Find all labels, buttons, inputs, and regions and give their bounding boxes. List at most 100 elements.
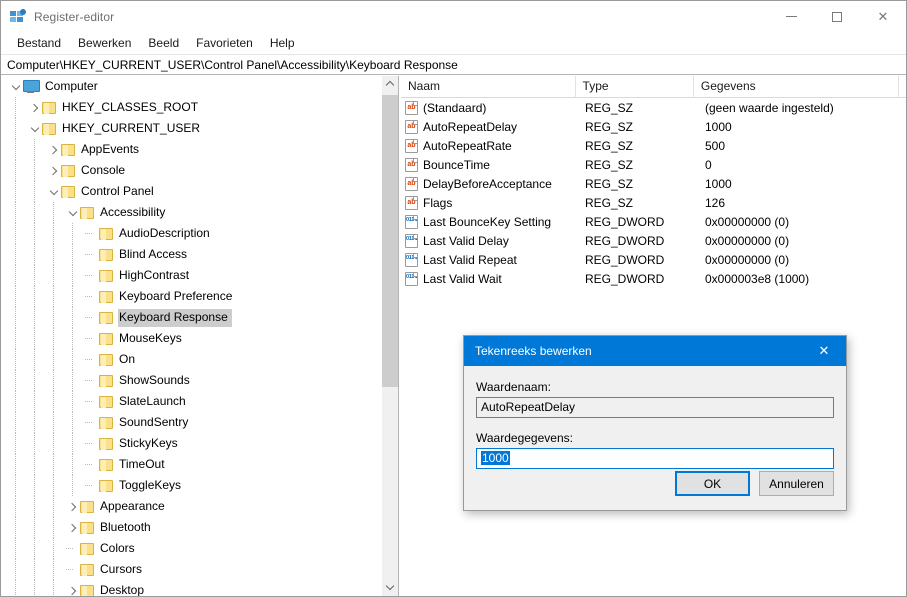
tree-guide-line xyxy=(15,580,16,596)
tree-item[interactable]: Desktop xyxy=(1,580,381,596)
tree-item[interactable]: ToggleKeys xyxy=(1,475,381,496)
menu-item-beeld[interactable]: Beeld xyxy=(140,33,188,53)
tree-item[interactable]: AudioDescription xyxy=(1,223,381,244)
value-row[interactable]: 011 100 Last Valid Wait REG_DWORD 0x000003e… xyxy=(401,269,906,288)
tree-guide-line xyxy=(34,244,35,265)
value-data-input[interactable]: 1000 xyxy=(476,448,834,469)
tree-item[interactable]: Accessibility xyxy=(1,202,381,223)
tree-guide-line xyxy=(15,328,16,349)
tree-item[interactable]: HKEY_CURRENT_USER xyxy=(1,118,381,139)
close-button[interactable]: ✕ xyxy=(860,1,906,32)
chevron-down-icon[interactable] xyxy=(45,181,61,202)
value-row[interactable]: ab Flags REG_SZ 126 xyxy=(401,193,906,212)
tree-item[interactable]: SlateLaunch xyxy=(1,391,381,412)
dialog-close-button[interactable]: ✕ xyxy=(802,336,846,366)
maximize-button[interactable] xyxy=(814,1,860,32)
tree-guide-line xyxy=(53,265,54,286)
value-type-cell: REG_SZ xyxy=(585,119,634,134)
tree-item[interactable]: HKEY_CLASSES_ROOT xyxy=(1,97,381,118)
tree-guide-line xyxy=(72,412,73,433)
tree-guide-line xyxy=(53,202,54,223)
value-data-label: Waardegegevens: xyxy=(476,431,573,445)
minimize-button[interactable] xyxy=(768,1,814,32)
value-row[interactable]: ab DelayBeforeAcceptance REG_SZ 1000 xyxy=(401,174,906,193)
string-value-icon: ab xyxy=(405,138,418,153)
tree-item-label: HKEY_CURRENT_USER xyxy=(62,120,201,135)
tree-item[interactable]: SoundSentry xyxy=(1,412,381,433)
chevron-right-icon[interactable] xyxy=(64,517,80,538)
folder-icon xyxy=(61,185,75,198)
tree-item[interactable]: AppEvents xyxy=(1,139,381,160)
address-bar[interactable]: Computer\HKEY_CURRENT_USER\Control Panel… xyxy=(1,54,906,75)
cancel-button[interactable]: Annuleren xyxy=(759,471,834,496)
value-name-cell: ab AutoRepeatDelay xyxy=(401,119,578,134)
tree-item[interactable]: MouseKeys xyxy=(1,328,381,349)
tree-item[interactable]: ShowSounds xyxy=(1,370,381,391)
value-row[interactable]: ab AutoRepeatRate REG_SZ 500 xyxy=(401,136,906,155)
chevron-down-icon[interactable] xyxy=(7,76,23,97)
tree-scrollbar[interactable] xyxy=(381,76,398,596)
folder-icon xyxy=(80,206,94,219)
ok-button[interactable]: OK xyxy=(675,471,750,496)
menu-item-help[interactable]: Help xyxy=(262,33,304,53)
folder-icon xyxy=(42,101,56,114)
value-row[interactable]: 011 100 Last BounceKey Setting REG_DWORD 0x… xyxy=(401,212,906,231)
value-row[interactable]: 011 100 Last Valid Delay REG_DWORD 0x000000… xyxy=(401,231,906,250)
menu-item-favorieten[interactable]: Favorieten xyxy=(188,33,262,53)
tree-guide-line xyxy=(72,265,73,286)
tree-item[interactable]: Keyboard Preference xyxy=(1,286,381,307)
tree-guide-line xyxy=(15,223,16,244)
dialog-body: Waardenaam: AutoRepeatDelay Waardegegeve… xyxy=(464,366,846,469)
chevron-right-icon[interactable] xyxy=(64,496,80,517)
tree-item[interactable]: Computer xyxy=(1,76,381,97)
tree-item[interactable]: Console xyxy=(1,160,381,181)
menu-item-bestand[interactable]: Bestand xyxy=(9,33,70,53)
column-header-type[interactable]: Type xyxy=(576,76,694,98)
column-header-data[interactable]: Gegevens xyxy=(694,76,900,98)
tree-item[interactable]: Cursors xyxy=(1,559,381,580)
tree-guide-line xyxy=(34,349,35,370)
folder-icon xyxy=(99,311,113,324)
tree-expander-empty xyxy=(83,244,99,265)
tree-item[interactable]: Bluetooth xyxy=(1,517,381,538)
scroll-up-button[interactable] xyxy=(382,76,398,93)
tree-guide-line xyxy=(72,454,73,475)
chevron-right-icon[interactable] xyxy=(45,139,61,160)
registry-icon xyxy=(10,8,26,25)
value-row[interactable]: ab AutoRepeatDelay REG_SZ 1000 xyxy=(401,117,906,136)
tree-item[interactable]: Colors xyxy=(1,538,381,559)
scrollbar-thumb[interactable] xyxy=(382,95,398,387)
chevron-right-icon[interactable] xyxy=(45,160,61,181)
tree-item[interactable]: On xyxy=(1,349,381,370)
tree-expander-empty xyxy=(83,286,99,307)
value-data-cell: 0x00000000 (0) xyxy=(705,214,790,229)
value-data-cell: 1000 xyxy=(705,119,732,134)
chevron-right-icon[interactable] xyxy=(64,580,80,596)
chevron-down-icon xyxy=(387,584,394,591)
tree-item[interactable]: Appearance xyxy=(1,496,381,517)
tree-guide-line xyxy=(15,433,16,454)
value-name-input[interactable]: AutoRepeatDelay xyxy=(476,397,834,418)
folder-icon xyxy=(99,353,113,366)
tree-item[interactable]: StickyKeys xyxy=(1,433,381,454)
folder-icon xyxy=(99,332,113,345)
tree-expander-empty xyxy=(83,433,99,454)
tree-item[interactable]: TimeOut xyxy=(1,454,381,475)
tree-item-label: AudioDescription xyxy=(119,225,210,240)
value-name-label: Waardenaam: xyxy=(476,380,551,394)
chevron-down-icon[interactable] xyxy=(64,202,80,223)
value-row[interactable]: ab (Standaard) REG_SZ (geen waarde ingestel… xyxy=(401,98,906,117)
tree-item[interactable]: Keyboard Response xyxy=(1,307,381,328)
value-row[interactable]: ab BounceTime REG_SZ 0 xyxy=(401,155,906,174)
scroll-down-button[interactable] xyxy=(382,579,398,596)
tree-item[interactable]: HighContrast xyxy=(1,265,381,286)
chevron-right-icon[interactable] xyxy=(26,97,42,118)
tree-item[interactable]: Blind Access xyxy=(1,244,381,265)
menu-item-bewerken[interactable]: Bewerken xyxy=(70,33,140,53)
column-header-name[interactable]: Naam xyxy=(401,76,576,98)
chevron-down-icon[interactable] xyxy=(26,118,42,139)
tree-expander-empty xyxy=(83,349,99,370)
value-row[interactable]: 011 100 Last Valid Repeat REG_DWORD 0x00000… xyxy=(401,250,906,269)
tree-item[interactable]: Control Panel xyxy=(1,181,381,202)
tree-guide-line xyxy=(72,433,73,454)
